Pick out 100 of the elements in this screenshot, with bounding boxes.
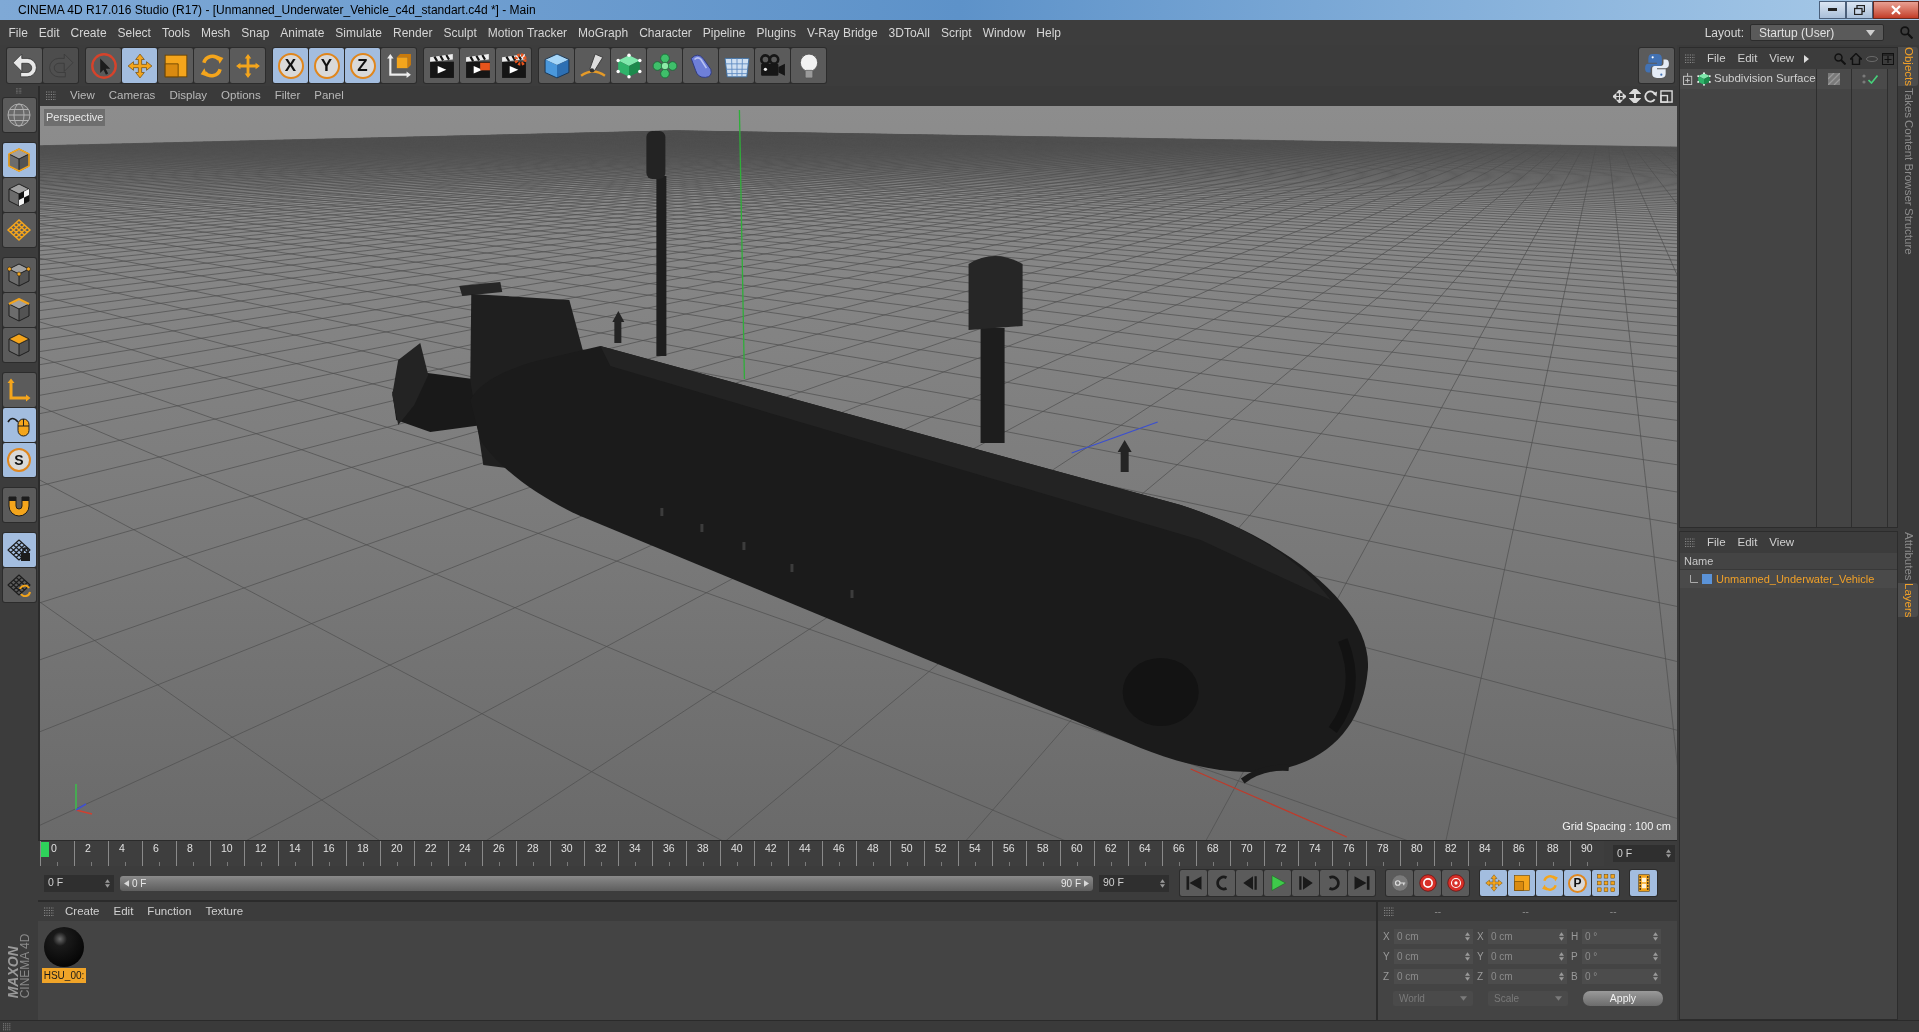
cloner-button[interactable] xyxy=(647,48,682,83)
layers-menu-item[interactable]: View xyxy=(1763,533,1801,552)
record-button[interactable] xyxy=(1414,870,1441,896)
menu-item[interactable]: V-Ray Bridge xyxy=(801,23,884,42)
material-menu-item[interactable]: Create xyxy=(60,902,105,921)
menu-item[interactable]: Plugins xyxy=(751,23,802,42)
side-tab[interactable]: Layers xyxy=(1898,582,1918,618)
render-picture-button[interactable] xyxy=(460,48,495,83)
spinner-arrows-icon[interactable] xyxy=(1559,932,1564,941)
recent-tool-button[interactable] xyxy=(230,48,265,83)
grip-icon[interactable] xyxy=(1685,53,1695,64)
rotate-tool-button[interactable] xyxy=(194,48,229,83)
next-key-button[interactable] xyxy=(1320,870,1347,896)
end-frame-field[interactable]: 90 F xyxy=(1099,874,1169,892)
spinner-arrows-icon[interactable] xyxy=(1653,932,1658,941)
objects-menu-item[interactable]: File xyxy=(1701,49,1732,68)
left-handle-icon[interactable] xyxy=(124,879,129,887)
next-frame-button[interactable] xyxy=(1292,870,1319,896)
four-way-arrows-icon[interactable] xyxy=(1613,89,1626,103)
vertical-arrows-icon[interactable] xyxy=(1629,89,1641,103)
submarine-drawing[interactable] xyxy=(392,131,1368,784)
polygons-mode-button[interactable] xyxy=(2,328,36,362)
resize-grip-icon[interactable] xyxy=(3,1022,11,1031)
start-frame-field[interactable]: 0 F xyxy=(44,874,114,892)
menu-item[interactable]: Animate xyxy=(274,23,330,42)
orbit-icon[interactable] xyxy=(1644,89,1657,103)
timeline-button[interactable] xyxy=(1630,870,1657,896)
spinner-arrows-icon[interactable] xyxy=(1160,878,1165,888)
close-button[interactable] xyxy=(1873,0,1919,19)
render-view-button[interactable] xyxy=(424,48,459,83)
menu-item[interactable]: Edit xyxy=(33,23,66,42)
spinner-arrows-icon[interactable] xyxy=(1559,972,1564,981)
restore-button[interactable] xyxy=(1846,0,1873,19)
key-scale-button[interactable] xyxy=(1508,870,1535,896)
visibility-dots-icon[interactable] xyxy=(1861,74,1866,84)
layers-menu-item[interactable]: Edit xyxy=(1731,533,1764,552)
light-button[interactable] xyxy=(791,48,826,83)
coordinate-system-button[interactable] xyxy=(381,48,416,83)
subdivision-button[interactable] xyxy=(611,48,646,83)
grip-icon[interactable] xyxy=(44,906,54,917)
texture-mode-button[interactable] xyxy=(2,178,36,212)
menu-item[interactable]: Motion Tracker xyxy=(482,23,573,42)
menu-item[interactable]: Pipeline xyxy=(697,23,752,42)
snap-button[interactable] xyxy=(2,488,36,522)
material-name[interactable]: HSU_00: xyxy=(41,968,87,983)
axis-lock-button[interactable]: X xyxy=(273,48,308,83)
grip-icon[interactable] xyxy=(46,91,56,101)
cube-object-button[interactable] xyxy=(539,48,574,83)
python-button[interactable] xyxy=(1639,48,1674,83)
workplane-button[interactable] xyxy=(2,213,36,247)
render-settings-button[interactable] xyxy=(496,48,531,83)
spinner-arrows-icon[interactable] xyxy=(1465,932,1470,941)
pen-tool-button[interactable] xyxy=(575,48,610,83)
go-to-end-button[interactable] xyxy=(1348,870,1375,896)
viewport-menu-item[interactable]: Options xyxy=(215,87,267,105)
spinner-arrows-icon[interactable] xyxy=(1465,952,1470,961)
menu-item[interactable]: Snap xyxy=(235,23,275,42)
menu-item[interactable]: MoGraph xyxy=(572,23,634,42)
check-icon[interactable] xyxy=(1867,74,1878,84)
grip-icon[interactable] xyxy=(1384,906,1394,917)
menu-item[interactable]: Sculpt xyxy=(437,23,483,42)
material-menu-item[interactable]: Edit xyxy=(108,902,139,921)
menu-item[interactable]: Create xyxy=(65,23,113,42)
expand-icon[interactable] xyxy=(1683,72,1694,86)
play-button[interactable] xyxy=(1264,870,1291,896)
menu-item[interactable]: Tools xyxy=(156,23,196,42)
edges-mode-button[interactable] xyxy=(2,293,36,327)
spinner-arrows-icon[interactable] xyxy=(1559,952,1564,961)
viewport-canvas[interactable]: Perspective Grid Spacing : 100 cm xyxy=(40,106,1677,840)
model-mode-button[interactable] xyxy=(2,143,36,177)
material-sphere-icon[interactable] xyxy=(44,927,84,967)
menu-item[interactable]: Select xyxy=(112,23,157,42)
spinner-arrows-icon[interactable] xyxy=(1653,972,1658,981)
menu-item[interactable]: Simulate xyxy=(329,23,388,42)
apply-button[interactable]: Apply xyxy=(1583,991,1663,1006)
deformer-button[interactable] xyxy=(683,48,718,83)
scale-tool-button[interactable] xyxy=(158,48,193,83)
tweak-mode-button[interactable] xyxy=(2,408,36,442)
menu-item[interactable]: 3DToAll xyxy=(883,23,936,42)
material-menu-item[interactable]: Function xyxy=(142,902,197,921)
spinner-arrows-icon[interactable] xyxy=(1465,972,1470,981)
globe-button[interactable] xyxy=(2,98,36,132)
locked-workplane-button[interactable] xyxy=(2,533,36,567)
objects-menu-item[interactable]: View xyxy=(1763,49,1801,68)
current-frame-field[interactable]: 0 F xyxy=(1613,845,1675,862)
viewport-menu-item[interactable]: View xyxy=(64,87,101,105)
axis-mode-button[interactable] xyxy=(2,373,36,407)
spinner-arrows-icon[interactable] xyxy=(1653,952,1658,961)
menu-item[interactable]: Mesh xyxy=(195,23,236,42)
viewport-menu-item[interactable]: Filter xyxy=(268,87,307,105)
planar-workplane-button[interactable] xyxy=(2,568,36,602)
spinner-arrows-icon[interactable] xyxy=(1666,849,1671,858)
minimize-button[interactable] xyxy=(1819,0,1846,19)
maximize-icon[interactable] xyxy=(1660,89,1673,103)
viewport-menu-item[interactable]: Panel xyxy=(308,87,350,105)
ellipse-icon[interactable] xyxy=(1866,55,1878,62)
material-menu-item[interactable]: Texture xyxy=(200,902,249,921)
points-mode-button[interactable] xyxy=(2,258,36,292)
autokey-button[interactable] xyxy=(1442,870,1469,896)
layers-menu-item[interactable]: File xyxy=(1701,533,1732,552)
